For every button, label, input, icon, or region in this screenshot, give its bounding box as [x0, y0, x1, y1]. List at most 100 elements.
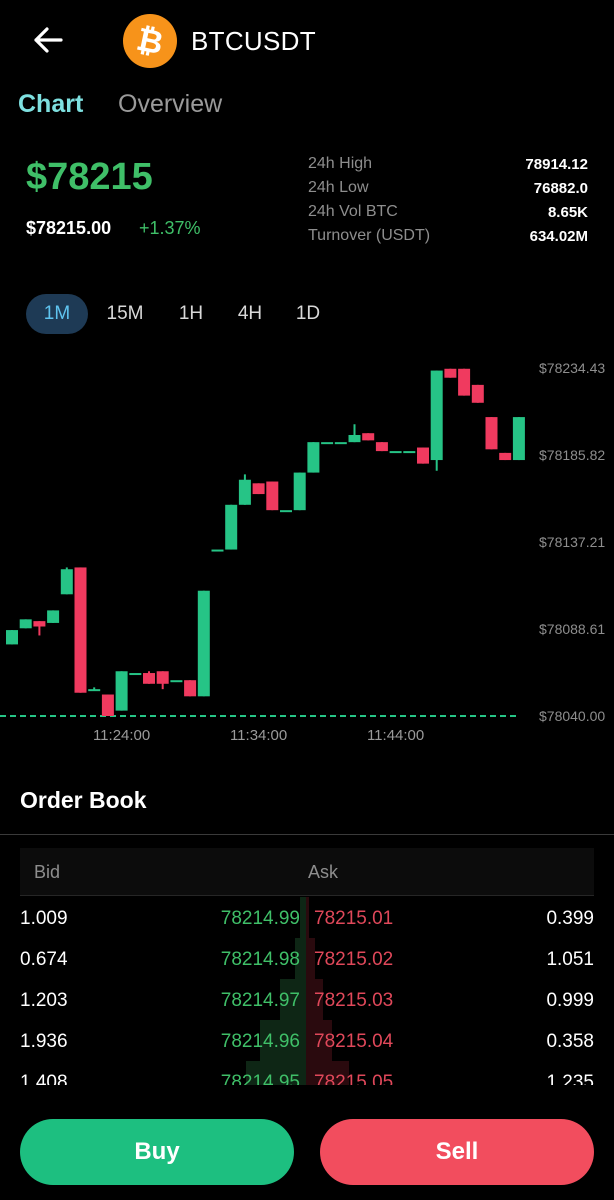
stat-label: 24h Low — [308, 179, 369, 196]
candle — [403, 451, 416, 454]
candle-body — [197, 590, 210, 697]
ask-quantity: 0.399 — [546, 908, 594, 929]
ask-price: 78215.01 — [314, 908, 394, 929]
bid-quantity: 1.408 — [20, 1072, 68, 1085]
candle — [485, 417, 498, 450]
stat-value: 76882.0 — [533, 179, 588, 197]
candle-body — [225, 504, 238, 550]
bid-quantity: 1.936 — [20, 1031, 68, 1052]
x-tick-label: 11:44:00 — [367, 727, 424, 744]
candle — [430, 370, 443, 471]
candle-body — [362, 433, 375, 441]
exact-price: $78215.00 — [26, 218, 112, 238]
candle-body — [115, 671, 128, 711]
candle — [19, 619, 32, 629]
order-book-list[interactable]: 1.009 78214.99 78215.01 0.399 0.674 78214.98 7… — [20, 897, 594, 1085]
price-change: +1.37% — [139, 218, 201, 238]
candle — [348, 424, 361, 443]
ask-depth-bar — [306, 897, 309, 938]
arrow-left-icon — [34, 27, 63, 53]
order-book-row[interactable]: 1.203 78214.97 78215.03 0.999 — [20, 979, 594, 1020]
candle-body — [321, 442, 334, 445]
candle-body — [458, 368, 471, 396]
candle-body — [252, 483, 265, 495]
bid-quantity: 1.009 — [20, 908, 68, 929]
order-book-header: Bid Ask — [20, 848, 594, 896]
y-tick-label: $78040.00 — [539, 708, 605, 724]
candle — [458, 368, 471, 396]
candle-body — [47, 610, 60, 623]
divider — [0, 834, 614, 835]
candle-body — [266, 481, 279, 511]
x-tick-label: 11:34:00 — [230, 727, 287, 744]
candle — [512, 417, 525, 461]
interval-4h[interactable]: 4H — [226, 294, 274, 334]
candle-body — [88, 689, 101, 692]
candle — [88, 687, 101, 692]
candle-body — [389, 451, 402, 454]
candle-body — [170, 680, 183, 683]
candle-body — [307, 442, 320, 473]
candle-body — [143, 673, 155, 684]
candle — [307, 442, 320, 473]
candle-body — [499, 452, 512, 461]
interval-1m[interactable]: 1M — [26, 294, 88, 334]
tab-overview[interactable]: Overview — [118, 90, 222, 119]
candle-body — [512, 417, 525, 461]
bid-header: Bid — [34, 862, 61, 882]
candle — [238, 474, 251, 505]
candle — [334, 442, 347, 445]
candle — [170, 680, 183, 683]
candle — [444, 368, 457, 378]
order-book-row[interactable]: 0.674 78214.98 78215.02 1.051 — [20, 938, 594, 979]
candle — [321, 442, 334, 445]
candle — [471, 384, 484, 403]
interval-1d[interactable]: 1D — [284, 294, 332, 334]
candle — [47, 610, 60, 623]
candle-body — [74, 567, 87, 693]
sell-button[interactable]: Sell — [320, 1119, 594, 1185]
candle-body — [417, 447, 429, 464]
stats-panel: 24h High 78914.12 24h Low 76882.0 24h Vo… — [308, 152, 588, 248]
candle — [293, 472, 306, 511]
y-tick-label: $78088.61 — [539, 621, 605, 637]
candlestick-chart[interactable]: $78234.43 $78185.82 $78137.21 $78088.61 $780… — [0, 340, 614, 750]
candle-body — [211, 549, 224, 552]
bid-price: 78214.99 — [220, 908, 300, 929]
candle-body — [403, 451, 416, 454]
candle — [101, 694, 114, 716]
candle — [362, 433, 375, 441]
stat-value: 634.02M — [529, 227, 588, 245]
candle — [115, 671, 128, 711]
stat-label: 24h High — [308, 155, 373, 172]
buy-button[interactable]: Buy — [20, 1119, 294, 1185]
interval-1h[interactable]: 1H — [166, 294, 216, 334]
order-book-row[interactable]: 1.408 78214.95 78215.05 1.235 — [20, 1061, 594, 1085]
candle — [184, 680, 197, 697]
candle — [280, 510, 292, 513]
candle — [417, 447, 429, 464]
candle-body — [238, 479, 251, 505]
candle-body — [156, 671, 169, 684]
bitcoin-icon: ₿ — [123, 14, 177, 68]
candle — [33, 621, 46, 636]
order-book-row[interactable]: 1.009 78214.99 78215.01 0.399 — [20, 897, 594, 938]
ask-price: 78215.04 — [314, 1031, 394, 1052]
bid-price: 78214.98 — [220, 949, 300, 970]
ask-quantity: 1.051 — [546, 949, 594, 970]
back-button[interactable] — [26, 22, 70, 58]
candle-body — [33, 621, 46, 627]
candle-body — [430, 370, 443, 461]
bid-quantity: 0.674 — [20, 949, 68, 970]
interval-15m[interactable]: 15M — [98, 294, 152, 334]
candle — [389, 451, 402, 454]
candle-body — [129, 673, 142, 676]
candle — [129, 673, 142, 676]
tab-chart[interactable]: Chart — [18, 90, 83, 119]
stat-24h-high: 24h High 78914.12 — [308, 152, 588, 176]
candle — [156, 671, 169, 690]
bitcoin-symbol: ₿ — [133, 19, 167, 63]
order-book-row[interactable]: 1.936 78214.96 78215.04 0.358 — [20, 1020, 594, 1061]
candle — [211, 549, 224, 552]
candle — [60, 567, 73, 595]
